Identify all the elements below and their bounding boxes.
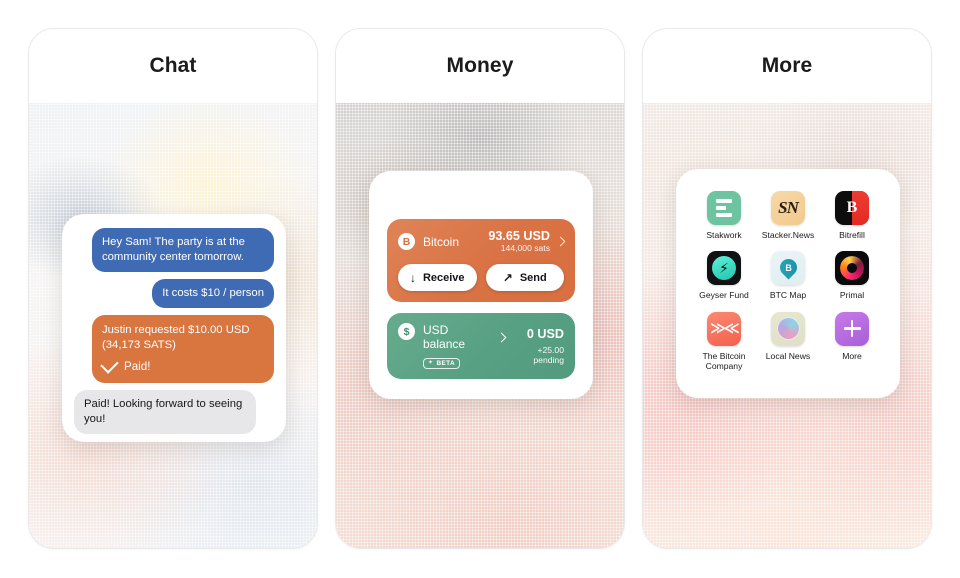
usd-balance-label-row: USD balance <box>423 323 507 352</box>
chat-bubble-payment-request[interactable]: Justin requested $10.00 USD (34,173 SATS… <box>92 314 274 383</box>
app-tile-btc-map[interactable]: B BTC Map <box>756 251 820 300</box>
page-title-more: More <box>761 54 813 77</box>
app-label-bitrefill: Bitrefill <box>839 230 865 240</box>
phone-card-chat: Chat Hey Sam! The party is at the commun… <box>28 28 318 549</box>
chat-bubble-invite-text: Hey Sam! The party is at the community c… <box>102 236 245 263</box>
bitcoin-balance-row: B Bitcoin 93.65 USD 144,000 sats <box>398 229 566 254</box>
geyser-fund-icon: ⚡ <box>707 251 741 286</box>
app-label-btc-map: BTC Map <box>769 290 807 301</box>
app-label-primal: Primal <box>839 290 865 301</box>
app-tile-primal[interactable]: Primal <box>820 251 884 300</box>
app-label-the-bitcoin-company: The Bitcoin Company <box>702 350 746 372</box>
app-label-geyser-fund: Geyser Fund <box>699 290 749 301</box>
bitcoin-icon: B <box>398 233 415 251</box>
app-tile-stacker-news[interactable]: SN Stacker.News <box>756 191 820 240</box>
usd-balance-card[interactable]: $ USD balance ✦ BETA 0 USD +25.00 pendin… <box>387 313 575 380</box>
stakwork-icon <box>707 191 741 225</box>
payment-status-label: Paid! <box>124 359 151 373</box>
chat-bubble-invite[interactable]: Hey Sam! The party is at the community c… <box>92 228 274 272</box>
app-tile-local-news[interactable]: Local News <box>756 311 820 372</box>
arrow-up-right-icon: ↗ <box>502 270 513 285</box>
bitcoin-sats-amount: 144,000 sats <box>500 243 550 254</box>
phone-card-more: More Stakwork SN Stacker.News B Bitrefil… <box>642 28 932 549</box>
bitcoin-action-buttons: ↓ Receive ↗ Send <box>398 264 564 292</box>
usd-balance-label: USD balance <box>423 323 466 352</box>
app-grid: Stakwork SN Stacker.News B Bitrefill ⚡ G… <box>676 169 900 372</box>
app-label-stacker-news: Stacker.News <box>761 230 815 240</box>
chat-bubble-reply-text: Paid! Looking forward to seeing you! <box>84 397 243 425</box>
beta-badge: ✦ BETA <box>423 357 460 369</box>
money-panel: B Bitcoin 93.65 USD 144,000 sats ↓ Recei… <box>369 171 593 399</box>
usd-balance-left: $ USD balance ✦ BETA <box>398 323 507 369</box>
chat-message-list: Hey Sam! The party is at the community c… <box>74 228 274 434</box>
dollar-icon: $ <box>398 323 415 341</box>
money-card-header: Money <box>336 29 624 103</box>
send-button[interactable]: ↗ Send <box>485 264 564 292</box>
usd-balance-amounts: 0 USD +25.00 pending <box>505 327 564 365</box>
more-plus-icon <box>835 311 869 346</box>
chat-card-header: Chat <box>29 29 317 103</box>
receive-button-label: Receive <box>422 271 465 284</box>
app-label-more: More <box>842 350 862 361</box>
bitcoin-amounts: 93.65 USD 144,000 sats <box>488 229 550 254</box>
chat-bubble-cost[interactable]: It costs $10 / person <box>152 278 274 308</box>
app-label-local-news: Local News <box>765 350 811 361</box>
the-bitcoin-company-icon: ≫≪ <box>707 311 741 346</box>
beta-badge-label: BETA <box>436 359 455 367</box>
page-title-money: Money <box>446 54 514 77</box>
check-icon <box>100 355 119 374</box>
app-tile-bitrefill[interactable]: B Bitrefill <box>820 191 884 240</box>
app-tile-more[interactable]: More <box>820 311 884 372</box>
chat-bubble-reply[interactable]: Paid! Looking forward to seeing you! <box>74 389 256 434</box>
btc-map-icon: B <box>771 251 805 286</box>
balances-list: B Bitcoin 93.65 USD 144,000 sats ↓ Recei… <box>369 171 593 380</box>
receive-button[interactable]: ↓ Receive <box>398 264 477 292</box>
sparkle-icon: ✦ <box>428 360 434 367</box>
chat-panel: Hey Sam! The party is at the community c… <box>62 214 286 442</box>
app-tile-geyser-fund[interactable]: ⚡ Geyser Fund <box>692 251 756 300</box>
more-card-header: More <box>643 29 931 103</box>
stacker-news-icon: SN <box>771 191 805 225</box>
app-label-stakwork: Stakwork <box>706 230 742 240</box>
app-tile-the-bitcoin-company[interactable]: ≫≪ The Bitcoin Company <box>692 311 756 372</box>
send-button-label: Send <box>519 271 547 284</box>
bitcoin-label: Bitcoin <box>423 234 460 249</box>
screenshot-stage: Chat Hey Sam! The party is at the commun… <box>0 0 960 578</box>
payment-request-text: Justin requested $10.00 USD (34,173 SATS… <box>102 323 250 351</box>
bitrefill-icon: B <box>835 191 869 225</box>
local-news-icon <box>771 311 805 346</box>
chevron-right-icon[interactable] <box>555 236 566 247</box>
arrow-down-icon: ↓ <box>409 270 416 285</box>
bitcoin-fiat-amount: 93.65 USD <box>488 229 550 243</box>
bitcoin-balance-card[interactable]: B Bitcoin 93.65 USD 144,000 sats ↓ Recei… <box>387 219 575 303</box>
app-tile-stakwork[interactable]: Stakwork <box>692 191 756 240</box>
chat-bubble-cost-text: It costs $10 / person <box>162 286 264 299</box>
phone-card-money: Money B Bitcoin 93.65 USD 144,000 sats ↓… <box>335 28 625 549</box>
more-panel: Stakwork SN Stacker.News B Bitrefill ⚡ G… <box>676 169 900 398</box>
primal-icon <box>835 251 869 286</box>
payment-status-row: Paid! <box>100 355 264 374</box>
usd-pending-amount: +25.00 pending <box>533 344 564 365</box>
usd-balance-amount: 0 USD <box>526 327 564 342</box>
page-title-chat: Chat <box>149 54 197 77</box>
